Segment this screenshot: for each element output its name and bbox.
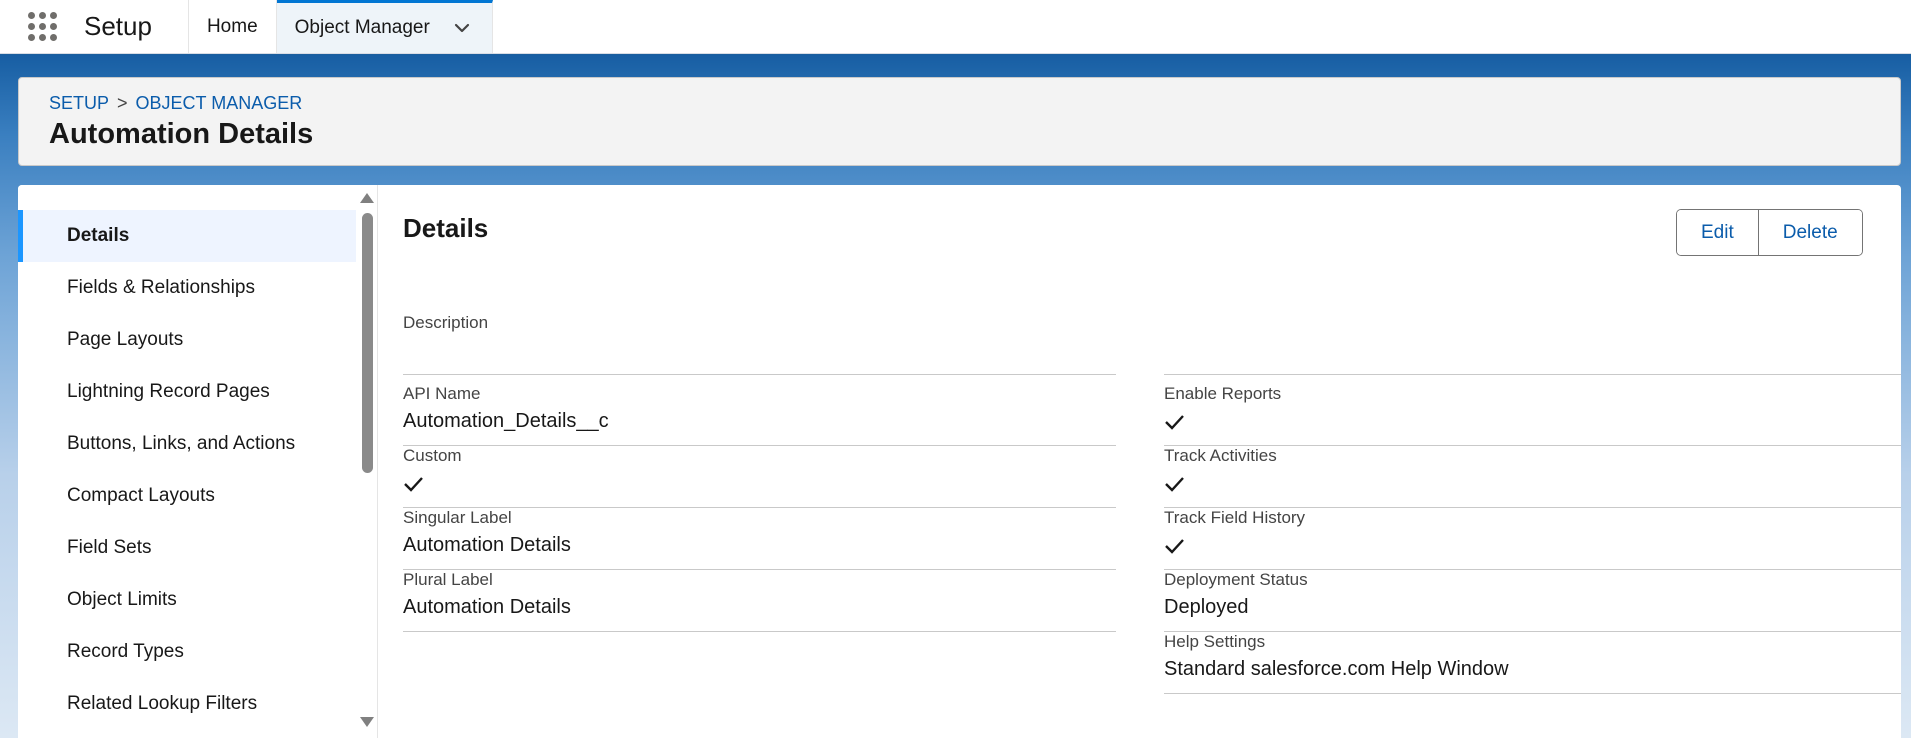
details-panel: Details Edit Delete Description API Name… [403,185,1901,738]
field-label: Plural Label [403,570,493,589]
field-label: Deployment Status [1164,570,1308,589]
sidebar-item-fields-relationships[interactable]: Fields & Relationships [18,262,356,314]
field-api-name: API Name Automation_Details__c [403,384,1116,446]
page-header: SETUP > OBJECT MANAGER Automation Detail… [18,77,1901,166]
sidebar-item-buttons-links-actions[interactable]: Buttons, Links, and Actions [18,418,356,470]
sidebar-item-object-limits[interactable]: Object Limits [18,574,356,626]
sidebar-item-details[interactable]: Details [18,210,356,262]
section-title: Details [403,213,489,243]
breadcrumb: SETUP > OBJECT MANAGER [49,93,1870,114]
field-help-settings: Help Settings Standard salesforce.com He… [1164,632,1901,694]
global-nav-bar: Setup Home Object Manager [0,0,1911,54]
edit-button[interactable]: Edit [1677,210,1758,255]
field-description-right-empty [1164,313,1901,375]
sidebar-scrollbar[interactable] [356,185,378,738]
sidebar-item-related-lookup-filters[interactable]: Related Lookup Filters [18,678,356,730]
scroll-up-arrow-icon[interactable] [360,193,374,203]
check-icon [1165,539,1184,554]
field-enable-reports: Enable Reports [1164,384,1901,446]
field-label: Singular Label [403,508,512,527]
field-value: Automation_Details__c [403,410,609,432]
sidebar-item-field-sets[interactable]: Field Sets [18,522,356,574]
check-icon [1165,415,1184,430]
scroll-thumb[interactable] [362,213,373,473]
field-label: Custom [403,446,462,465]
breadcrumb-object-manager[interactable]: OBJECT MANAGER [136,93,303,114]
sidebar-item-page-layouts[interactable]: Page Layouts [18,314,356,366]
nav-tab-label: Home [206,15,258,37]
nav-tab-object-manager[interactable]: Object Manager [276,0,493,53]
field-plural-label: Plural Label Automation Details [403,570,1116,632]
field-description: Description [403,313,1116,375]
app-launcher-button[interactable] [0,0,84,53]
app-name: Setup [84,0,189,53]
action-button-group: Edit Delete [1676,209,1863,256]
field-label: Track Field History [1164,508,1306,527]
waffle-grid-icon [27,12,57,41]
check-icon [404,477,423,492]
nav-tab-home[interactable]: Home [189,0,277,53]
field-value: Standard salesforce.com Help Window [1164,658,1509,680]
page-title: Automation Details [49,118,314,150]
field-track-activities: Track Activities [1164,446,1901,508]
check-icon [1165,477,1184,492]
field-value: Automation Details [403,596,571,618]
breadcrumb-setup[interactable]: SETUP [49,93,109,114]
field-deployment-status: Deployment Status Deployed [1164,570,1901,632]
chevron-down-icon[interactable] [452,18,472,38]
scroll-down-arrow-icon[interactable] [360,717,374,727]
nav-tab-label: Object Manager [294,17,430,38]
field-singular-label: Singular Label Automation Details [403,508,1116,570]
field-label: Track Activities [1164,446,1277,465]
main-card: Details Fields & Relationships Page Layo… [18,185,1901,738]
sidebar-item-compact-layouts[interactable]: Compact Layouts [18,470,356,522]
field-value: Automation Details [403,534,571,556]
breadcrumb-separator: > [117,93,128,113]
sidebar-item-lightning-record-pages[interactable]: Lightning Record Pages [18,366,356,418]
delete-button[interactable]: Delete [1757,210,1862,255]
field-label: Help Settings [1164,632,1266,651]
field-label: Enable Reports [1164,384,1282,403]
sidebar-item-record-types[interactable]: Record Types [18,626,356,678]
sidebar-nav: Details Fields & Relationships Page Layo… [18,185,378,738]
field-label: Description [403,313,489,332]
field-label: API Name [403,384,481,403]
field-custom: Custom [403,446,1116,508]
field-value: Deployed [1164,596,1249,618]
field-track-field-history: Track Field History [1164,508,1901,570]
